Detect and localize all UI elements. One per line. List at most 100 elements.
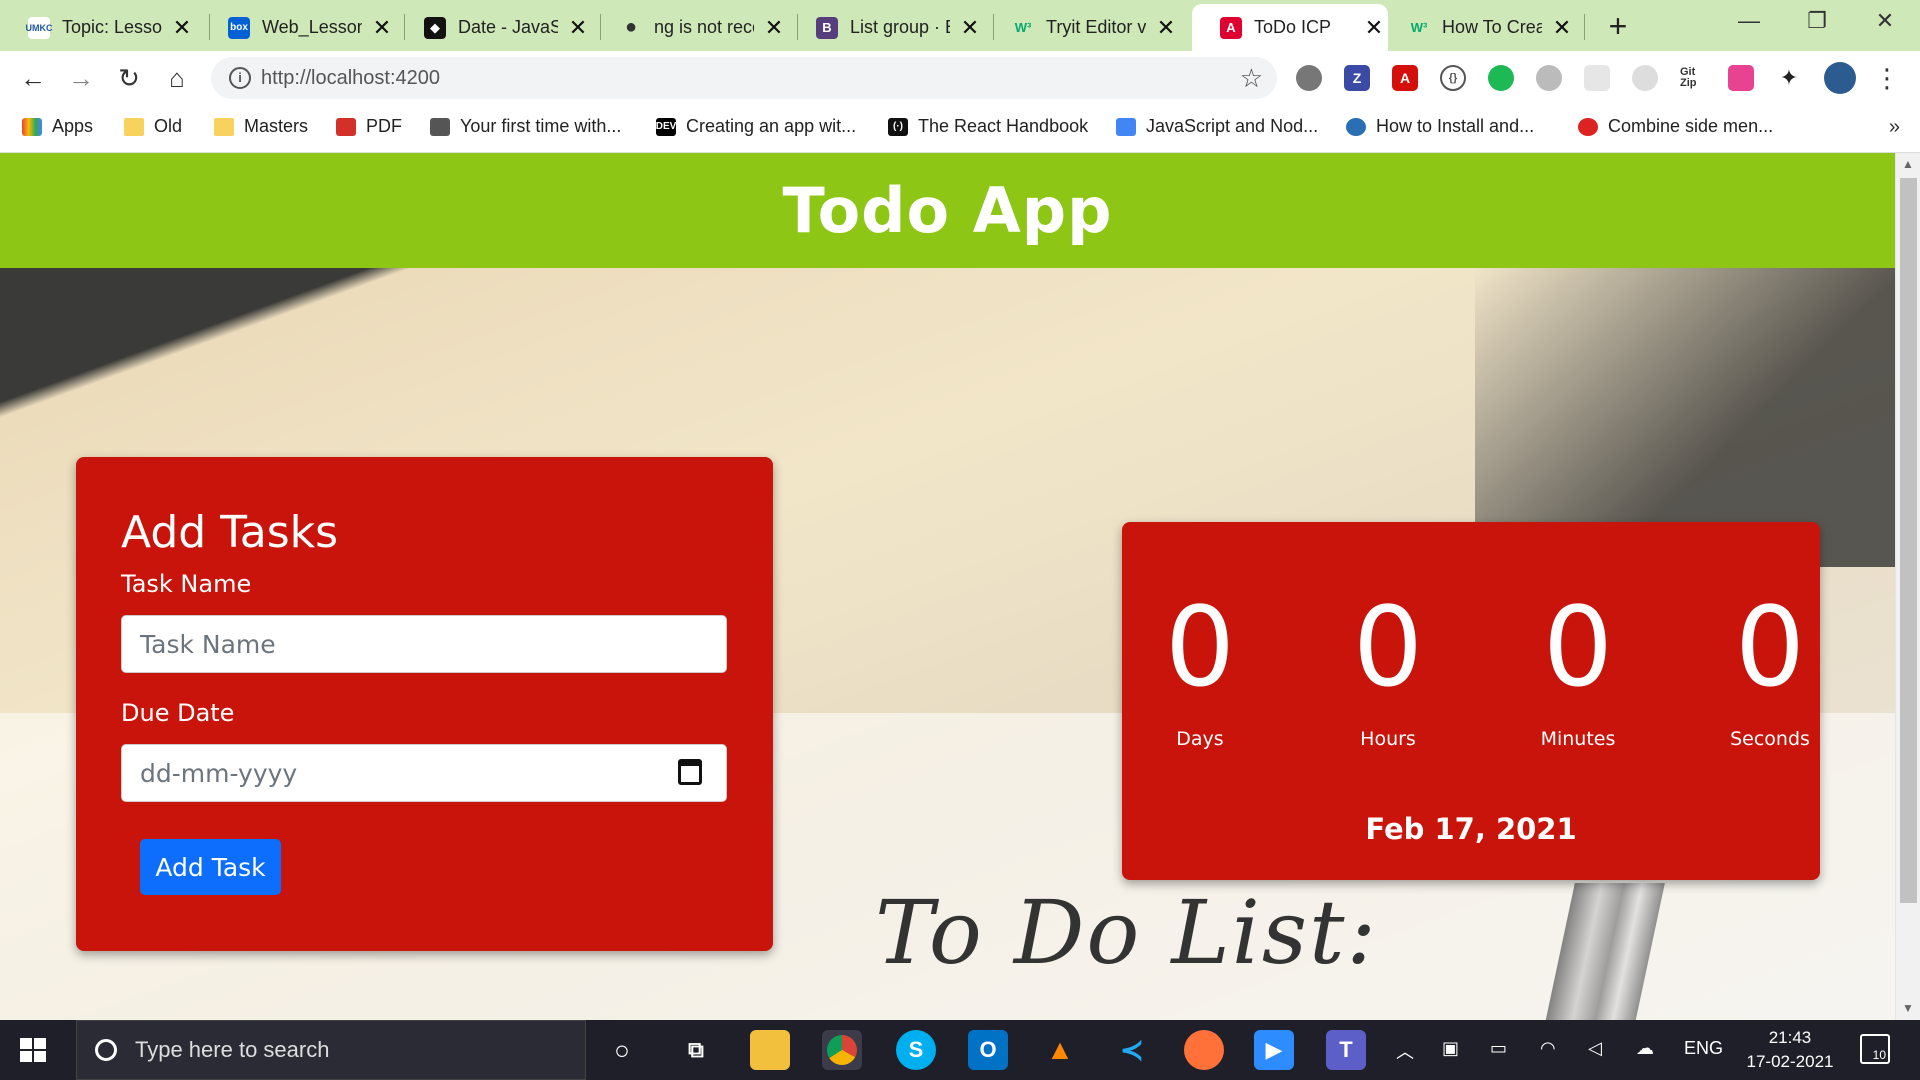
site-info-icon[interactable]: i bbox=[229, 67, 251, 89]
file-explorer-icon[interactable] bbox=[750, 1030, 790, 1070]
tab-close-icon[interactable]: ✕ bbox=[1156, 15, 1176, 41]
firefox-icon[interactable] bbox=[1184, 1030, 1224, 1070]
scroll-up-icon[interactable]: ▲ bbox=[1902, 157, 1914, 171]
vlc-icon[interactable]: ▲ bbox=[1040, 1030, 1080, 1070]
teams-icon[interactable]: T bbox=[1326, 1030, 1366, 1070]
seconds-label: Seconds bbox=[1730, 728, 1810, 750]
tray-device-icon[interactable]: ▣ bbox=[1442, 1038, 1459, 1059]
windows-start-icon[interactable] bbox=[20, 1038, 46, 1062]
tab-todo-icp[interactable]: A ToDo ICP ✕ bbox=[1192, 4, 1388, 51]
tab-close-icon[interactable]: ✕ bbox=[764, 15, 784, 41]
tab-title: Topic: Lesson bbox=[62, 17, 162, 37]
acrobat-extension-icon[interactable]: A bbox=[1392, 65, 1418, 91]
tab-topic-lesson[interactable]: UMKC Topic: Lesson ✕ bbox=[0, 4, 204, 51]
onedrive-icon[interactable]: ☁ bbox=[1636, 1038, 1654, 1059]
zoom-icon[interactable]: ▶ bbox=[1254, 1030, 1294, 1070]
add-task-button[interactable]: Add Task bbox=[140, 839, 281, 895]
bookmark-pdf[interactable]: PDF bbox=[336, 116, 402, 137]
taskbar-search-box[interactable]: Type here to search bbox=[76, 1020, 586, 1080]
address-bar[interactable]: i http://localhost:4200 ☆ bbox=[211, 57, 1277, 99]
tab-close-icon[interactable]: ✕ bbox=[960, 15, 980, 41]
tab-date-javascript[interactable]: ◆ Date - JavaScript ✕ bbox=[396, 4, 600, 51]
bookmark-masters[interactable]: Masters bbox=[214, 116, 308, 137]
forward-arrow-icon[interactable]: → bbox=[66, 63, 96, 93]
bookmark-label: Old bbox=[154, 116, 183, 136]
bookmark-js-node[interactable]: JavaScript and Nod... bbox=[1116, 116, 1318, 137]
calendar-icon[interactable] bbox=[678, 759, 702, 785]
scroll-thumb[interactable] bbox=[1900, 178, 1917, 903]
tray-chevron-icon[interactable]: ︿ bbox=[1396, 1038, 1414, 1064]
bookmark-combine-side-menu[interactable]: Combine side men... bbox=[1578, 116, 1773, 137]
battery-icon[interactable]: ▭ bbox=[1490, 1038, 1507, 1059]
bookmark-apps[interactable]: Apps bbox=[22, 116, 93, 137]
zotero-extension-icon[interactable]: Z bbox=[1344, 65, 1370, 91]
task-name-input[interactable]: Task Name bbox=[121, 615, 727, 673]
grid-extension-icon[interactable] bbox=[1584, 65, 1610, 91]
vscode-icon[interactable]: ≺ bbox=[1112, 1030, 1152, 1070]
tab-list-group-bootstrap[interactable]: B List group · Bootstrap ✕ bbox=[788, 4, 992, 51]
url-text[interactable]: http://localhost:4200 bbox=[261, 67, 440, 90]
page-scrollbar[interactable]: ▲ ▼ bbox=[1895, 153, 1920, 1020]
tab-close-icon[interactable]: ✕ bbox=[1552, 15, 1572, 41]
bootstrap-favicon-icon: B bbox=[816, 16, 838, 39]
angular-favicon-icon: A bbox=[1220, 16, 1242, 39]
tab-ng-not-recognized[interactable]: ● ng is not recognized ✕ bbox=[592, 4, 796, 51]
bookmark-label: Your first time with... bbox=[460, 116, 622, 136]
bookmark-label: Apps bbox=[52, 116, 94, 136]
skype-icon[interactable]: S bbox=[896, 1030, 936, 1070]
chrome-icon[interactable] bbox=[822, 1030, 862, 1070]
code-extension-icon[interactable]: {} bbox=[1440, 65, 1466, 91]
bookmark-how-to-install[interactable]: How to Install and... bbox=[1346, 116, 1534, 137]
bookmark-creating-app[interactable]: DEV Creating an app wit... bbox=[656, 116, 856, 137]
due-date-input[interactable]: dd-mm-yyyy bbox=[121, 744, 727, 802]
chat-extension-icon[interactable] bbox=[1488, 65, 1514, 91]
language-indicator[interactable]: ENG bbox=[1684, 1038, 1723, 1059]
tab-close-icon[interactable]: ✕ bbox=[372, 15, 392, 41]
bookmark-old[interactable]: Old bbox=[124, 116, 182, 137]
scroll-down-icon[interactable]: ▼ bbox=[1902, 1001, 1914, 1015]
bookmark-react-handbook[interactable]: (·) The React Handbook bbox=[888, 116, 1088, 137]
gitzip-extension-icon[interactable]: Git Zip bbox=[1680, 65, 1706, 91]
gear-extension-icon[interactable] bbox=[1536, 65, 1562, 91]
days-label: Days bbox=[1176, 728, 1224, 750]
app-title: Todo App bbox=[782, 174, 1113, 247]
target-extension-icon[interactable] bbox=[1632, 65, 1658, 91]
extension-circle-icon[interactable] bbox=[1296, 65, 1322, 91]
more-bookmarks-icon[interactable]: » bbox=[1889, 116, 1900, 139]
minimize-button[interactable]: — bbox=[1734, 8, 1764, 34]
eyedropper-extension-icon[interactable] bbox=[1728, 65, 1754, 91]
box-favicon-icon: box bbox=[228, 16, 250, 39]
countdown-minutes: 0 Minutes bbox=[1503, 592, 1653, 750]
tab-close-icon[interactable]: ✕ bbox=[172, 15, 192, 41]
tab-close-icon[interactable]: ✕ bbox=[568, 15, 588, 41]
volume-icon[interactable]: ◁ bbox=[1588, 1038, 1602, 1059]
cortana-icon[interactable]: ○ bbox=[602, 1030, 642, 1070]
tab-tryit-editor[interactable]: W³ Tryit Editor v3.6 ✕ bbox=[984, 4, 1188, 51]
outlook-icon[interactable]: O bbox=[968, 1030, 1008, 1070]
bookmark-first-time[interactable]: Your first time with... bbox=[430, 116, 621, 137]
bookmark-star-icon[interactable]: ☆ bbox=[1240, 63, 1263, 94]
reload-icon[interactable]: ↻ bbox=[114, 63, 144, 93]
notification-center-icon[interactable]: 10 bbox=[1860, 1034, 1890, 1064]
restore-button[interactable]: ❐ bbox=[1802, 8, 1832, 34]
apps-grid-icon bbox=[22, 117, 42, 136]
puzzle-extensions-icon[interactable]: ✦ bbox=[1776, 65, 1802, 91]
taskbar-clock[interactable]: 21:43 17-02-2021 bbox=[1740, 1026, 1840, 1074]
menu-kebab-icon[interactable]: ⋮ bbox=[1872, 63, 1902, 93]
new-tab-button[interactable]: + bbox=[1606, 8, 1630, 45]
back-arrow-icon[interactable]: ← bbox=[18, 63, 48, 93]
mdn-favicon-icon: ◆ bbox=[424, 16, 446, 39]
countdown-days: 0 Days bbox=[1125, 592, 1275, 750]
tab-how-to-create[interactable]: W³ How To Create ✕ bbox=[1380, 4, 1584, 51]
task-name-label: Task Name bbox=[121, 570, 252, 598]
home-icon[interactable]: ⌂ bbox=[162, 63, 192, 93]
minutes-label: Minutes bbox=[1540, 728, 1616, 750]
clock-date: 17-02-2021 bbox=[1746, 1052, 1834, 1071]
days-value: 0 bbox=[1165, 583, 1235, 711]
tab-web-lesson[interactable]: box Web_Lesson ✕ bbox=[200, 4, 404, 51]
task-view-icon[interactable]: ⧉ bbox=[676, 1030, 716, 1070]
profile-avatar[interactable] bbox=[1824, 62, 1856, 94]
close-window-button[interactable]: ✕ bbox=[1870, 8, 1900, 34]
countdown-date: Feb 17, 2021 bbox=[1365, 812, 1577, 846]
wifi-icon[interactable]: ◠ bbox=[1540, 1038, 1556, 1059]
